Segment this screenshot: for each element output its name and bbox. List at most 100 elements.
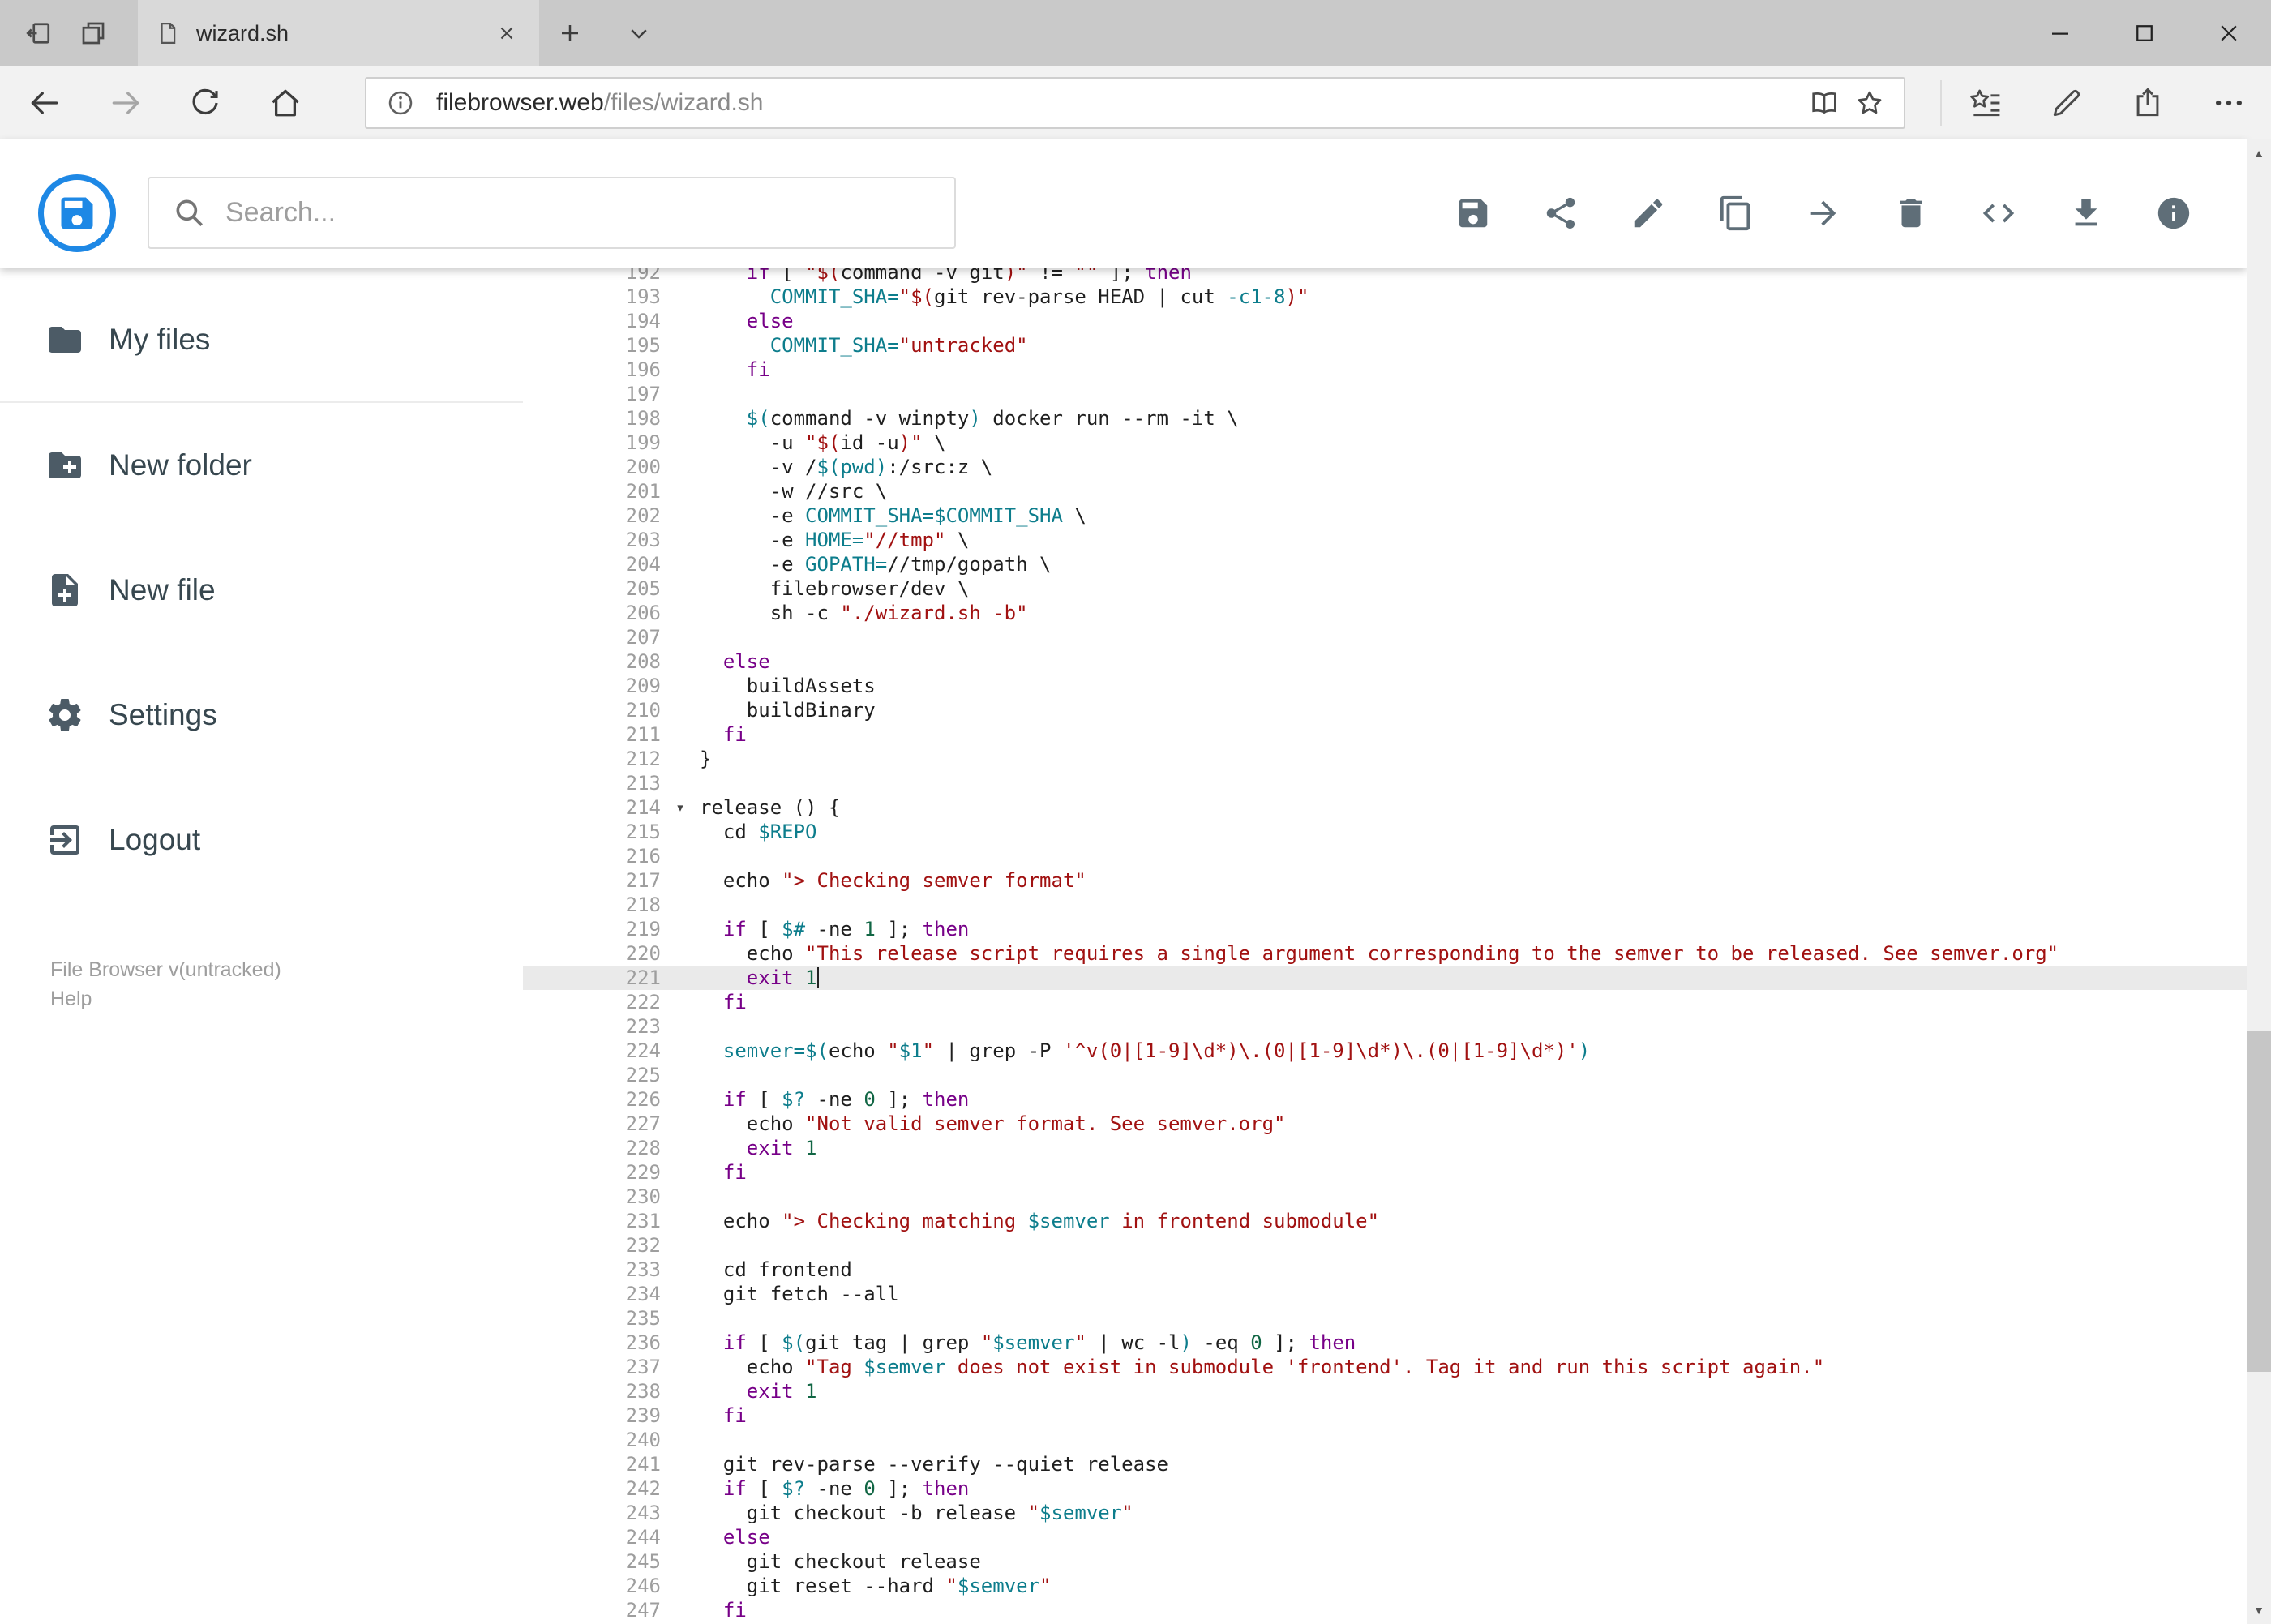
home-button[interactable] (249, 66, 322, 139)
code-line-228[interactable]: 228 exit 1 (523, 1136, 2247, 1160)
code-line-196[interactable]: 196 fi (523, 358, 2247, 382)
code-line-193[interactable]: 193 COMMIT_SHA="$(git rev-parse HEAD | c… (523, 285, 2247, 309)
code-line-216[interactable]: 216 (523, 844, 2247, 868)
share-page-icon[interactable] (2120, 75, 2175, 131)
copy-button[interactable] (1708, 186, 1763, 241)
code-line-211[interactable]: 211 fi (523, 722, 2247, 747)
save-button[interactable] (1446, 186, 1501, 241)
code-line-207[interactable]: 207 (523, 625, 2247, 649)
code-line-223[interactable]: 223 (523, 1014, 2247, 1039)
code-line-236[interactable]: 236 if [ $(git tag | grep "$semver" | wc… (523, 1330, 2247, 1355)
scroll-up-arrow[interactable]: ▲ (2247, 139, 2271, 167)
code-line-218[interactable]: 218 (523, 893, 2247, 917)
sidebar-item-my-files[interactable]: My files (0, 278, 523, 403)
code-line-242[interactable]: 242 if [ $? -ne 0 ]; then (523, 1476, 2247, 1501)
minimize-button[interactable] (2018, 0, 2102, 66)
reading-view-icon[interactable] (1802, 80, 1847, 126)
code-line-194[interactable]: 194 else (523, 309, 2247, 333)
more-options-icon[interactable] (2201, 75, 2256, 131)
code-line-220[interactable]: 220 echo "This release script requires a… (523, 941, 2247, 966)
code-line-208[interactable]: 208 else (523, 649, 2247, 674)
code-line-241[interactable]: 241 git rev-parse --verify --quiet relea… (523, 1452, 2247, 1476)
hub-favorites-icon[interactable] (1958, 75, 2013, 131)
scrollbar-thumb[interactable] (2247, 1030, 2271, 1372)
code-line-209[interactable]: 209 buildAssets (523, 674, 2247, 698)
share-button[interactable] (1533, 186, 1588, 241)
app-logo[interactable] (38, 174, 116, 252)
page-scrollbar[interactable]: ▲ ▼ (2247, 139, 2271, 1624)
delete-button[interactable] (1883, 186, 1939, 241)
sidebar-item-settings[interactable]: Settings (0, 653, 523, 778)
sidebar-item-new-folder[interactable]: New folder (0, 403, 523, 528)
code-line-214[interactable]: 214 ▾ release () { (523, 795, 2247, 820)
code-line-201[interactable]: 201 -w //src \ (523, 479, 2247, 503)
forward-button[interactable] (89, 66, 162, 139)
code-line-195[interactable]: 195 COMMIT_SHA="untracked" (523, 333, 2247, 358)
code-line-204[interactable]: 204 -e GOPATH=//tmp/gopath \ (523, 552, 2247, 576)
code-line-210[interactable]: 210 buildBinary (523, 698, 2247, 722)
site-info-icon[interactable] (378, 80, 423, 126)
add-favorite-star-icon[interactable] (1847, 80, 1892, 126)
code-line-221[interactable]: 221 exit 1 (523, 966, 2247, 990)
code-line-225[interactable]: 225 (523, 1063, 2247, 1087)
code-line-235[interactable]: 235 (523, 1306, 2247, 1330)
tab-close-icon[interactable] (492, 19, 521, 48)
code-line-238[interactable]: 238 exit 1 (523, 1379, 2247, 1403)
code-line-234[interactable]: 234 git fetch --all (523, 1282, 2247, 1306)
fold-marker-icon[interactable]: ▾ (661, 795, 700, 820)
code-line-240[interactable]: 240 (523, 1428, 2247, 1452)
set-tabs-aside-button[interactable] (20, 15, 56, 51)
show-tab-previews-button[interactable] (608, 0, 670, 66)
browser-tab[interactable]: wizard.sh (138, 0, 539, 66)
code-line-197[interactable]: 197 (523, 382, 2247, 406)
code-line-222[interactable]: 222 fi (523, 990, 2247, 1014)
code-line-231[interactable]: 231 echo "> Checking matching $semver in… (523, 1209, 2247, 1233)
code-line-227[interactable]: 227 echo "Not valid semver format. See s… (523, 1112, 2247, 1136)
maximize-button[interactable] (2102, 0, 2187, 66)
code-line-243[interactable]: 243 git checkout -b release "$semver" (523, 1501, 2247, 1525)
scroll-down-arrow[interactable]: ▼ (2247, 1596, 2271, 1624)
code-line-205[interactable]: 205 filebrowser/dev \ (523, 576, 2247, 601)
code-line-198[interactable]: 198 $(command -v winpty) docker run --rm… (523, 406, 2247, 431)
code-line-226[interactable]: 226 if [ $? -ne 0 ]; then (523, 1087, 2247, 1112)
download-button[interactable] (2059, 186, 2114, 241)
code-line-239[interactable]: 239 fi (523, 1403, 2247, 1428)
sidebar-item-new-file[interactable]: New file (0, 528, 523, 653)
new-tab-button[interactable] (539, 0, 601, 66)
help-link[interactable]: Help (50, 984, 281, 1013)
search-input[interactable] (225, 197, 932, 229)
back-button[interactable] (8, 66, 81, 139)
code-line-206[interactable]: 206 sh -c "./wizard.sh -b" (523, 601, 2247, 625)
code-line-199[interactable]: 199 -u "$(id -u)" \ (523, 431, 2247, 455)
code-line-237[interactable]: 237 echo "Tag $semver does not exist in … (523, 1355, 2247, 1379)
info-button[interactable] (2146, 186, 2201, 241)
code-line-224[interactable]: 224 semver=$(echo "$1" | grep -P '^v(0|[… (523, 1039, 2247, 1063)
code-line-203[interactable]: 203 -e HOME="//tmp" \ (523, 528, 2247, 552)
code-line-232[interactable]: 232 (523, 1233, 2247, 1258)
code-button[interactable] (1971, 186, 2026, 241)
annotate-pen-icon[interactable] (2039, 75, 2094, 131)
code-line-219[interactable]: 219 if [ $# -ne 1 ]; then (523, 917, 2247, 941)
address-bar[interactable]: filebrowser.web/files/wizard.sh (365, 77, 1905, 129)
code-line-213[interactable]: 213 (523, 771, 2247, 795)
code-editor[interactable]: 192 if [ "$(command -v git)" != "" ]; th… (523, 268, 2247, 1624)
code-line-230[interactable]: 230 (523, 1185, 2247, 1209)
code-line-244[interactable]: 244 else (523, 1525, 2247, 1549)
code-line-229[interactable]: 229 fi (523, 1160, 2247, 1185)
refresh-button[interactable] (169, 66, 242, 139)
code-line-245[interactable]: 245 git checkout release (523, 1549, 2247, 1574)
move-button[interactable] (1796, 186, 1851, 241)
code-line-247[interactable]: 247 fi (523, 1598, 2247, 1622)
sidebar-item-logout[interactable]: Logout (0, 778, 523, 902)
tabs-set-aside-button[interactable] (75, 15, 111, 51)
code-line-217[interactable]: 217 echo "> Checking semver format" (523, 868, 2247, 893)
code-line-246[interactable]: 246 git reset --hard "$semver" (523, 1574, 2247, 1598)
code-line-215[interactable]: 215 cd $REPO (523, 820, 2247, 844)
code-line-233[interactable]: 233 cd frontend (523, 1258, 2247, 1282)
code-line-200[interactable]: 200 -v /$(pwd):/src:z \ (523, 455, 2247, 479)
code-line-202[interactable]: 202 -e COMMIT_SHA=$COMMIT_SHA \ (523, 503, 2247, 528)
code-line-192[interactable]: 192 if [ "$(command -v git)" != "" ]; th… (523, 268, 2247, 285)
code-line-212[interactable]: 212} (523, 747, 2247, 771)
close-window-button[interactable] (2187, 0, 2271, 66)
edit-button[interactable] (1621, 186, 1676, 241)
